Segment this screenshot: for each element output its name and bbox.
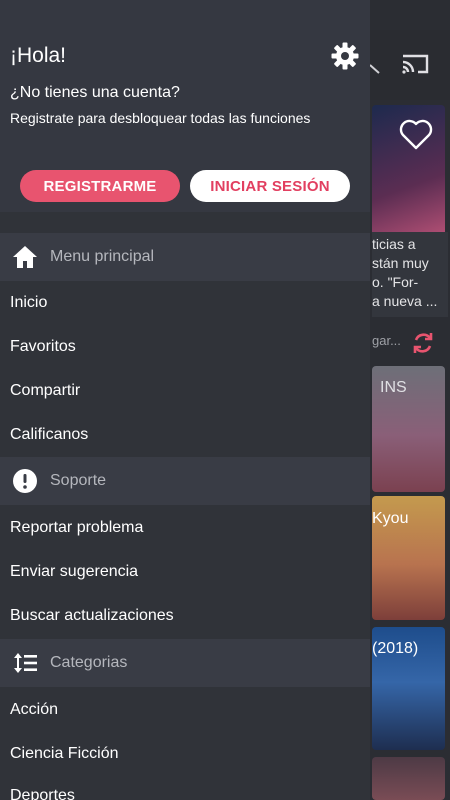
heart-icon[interactable] bbox=[398, 117, 434, 151]
card-title: (2018) bbox=[372, 640, 419, 657]
menu-item-inicio[interactable]: Inicio bbox=[10, 294, 47, 312]
section-support: Soporte bbox=[0, 457, 370, 505]
section-label: Menu principal bbox=[50, 248, 155, 265]
sync-icon[interactable] bbox=[410, 330, 436, 356]
login-button[interactable]: INICIAR SESIÓN bbox=[190, 170, 350, 202]
menu-item-category-deportes[interactable]: Deportes bbox=[10, 787, 75, 800]
section-label: Soporte bbox=[50, 472, 107, 489]
anime-card[interactable] bbox=[372, 757, 445, 800]
greeting-title: ¡Hola! bbox=[10, 44, 67, 67]
card-title: INS bbox=[380, 379, 407, 396]
search-icon[interactable] bbox=[370, 60, 380, 74]
menu-item-report-problem[interactable]: Reportar problema bbox=[10, 519, 143, 537]
menu-item-category-ciencia-ficcion[interactable]: Ciencia Ficción bbox=[10, 745, 118, 763]
menu-item-compartir[interactable]: Compartir bbox=[10, 382, 80, 400]
register-hint-text: Registrate para desbloquear todas las fu… bbox=[10, 110, 311, 126]
menu-item-category-accion[interactable]: Acción bbox=[10, 701, 58, 719]
home-icon bbox=[13, 246, 37, 268]
cast-icon[interactable] bbox=[400, 52, 430, 76]
menu-item-check-updates[interactable]: Buscar actualizaciones bbox=[10, 607, 174, 625]
card-description: ticias a stán muy o. "For- a nueva ... bbox=[372, 232, 448, 317]
menu-item-calificanos[interactable]: Calificanos bbox=[10, 426, 88, 444]
gear-icon[interactable] bbox=[330, 41, 360, 71]
card-title: Kyou bbox=[372, 510, 409, 527]
register-button[interactable]: REGISTRARME bbox=[20, 170, 180, 202]
section-categories: Categorias bbox=[0, 639, 370, 687]
section-main-menu: Menu principal bbox=[0, 233, 370, 281]
menu-item-favoritos[interactable]: Favoritos bbox=[10, 338, 76, 356]
alert-icon bbox=[13, 469, 37, 493]
menu-item-send-suggestion[interactable]: Enviar sugerencia bbox=[10, 563, 138, 581]
no-account-text: ¿No tienes una cuenta? bbox=[10, 84, 180, 101]
sort-icon bbox=[14, 653, 37, 673]
section-label: Categorias bbox=[50, 654, 128, 671]
card-footer-text: gar... bbox=[372, 333, 401, 348]
navigation-drawer: ¡Hola! ¿No tienes una cuenta? Registrate… bbox=[0, 0, 370, 800]
drawer-header: ¡Hola! ¿No tienes una cuenta? Registrate… bbox=[0, 0, 370, 212]
